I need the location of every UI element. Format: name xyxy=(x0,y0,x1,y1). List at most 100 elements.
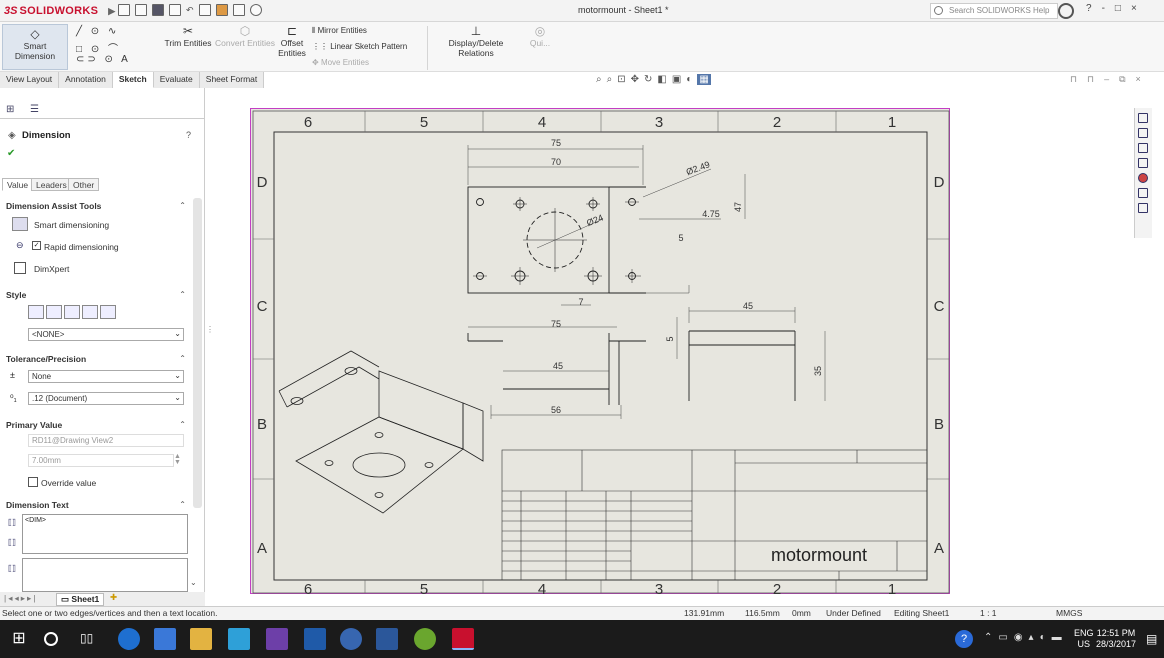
view-settings-icon[interactable]: ▦ xyxy=(697,74,711,85)
hide-show-icon[interactable]: ◐ xyxy=(686,74,692,85)
smart-dimensioning-option[interactable]: Smart dimensioning xyxy=(34,220,109,230)
add-style-icon[interactable] xyxy=(46,305,62,319)
cascade-icon[interactable]: ⊓ xyxy=(1087,74,1094,85)
edge-browser-icon[interactable] xyxy=(118,628,140,650)
front-view[interactable] xyxy=(467,186,646,294)
new-document-icon[interactable] xyxy=(118,4,130,16)
move-entities-button[interactable]: ✥ Move Entities xyxy=(312,58,369,67)
help-icon[interactable]: ? xyxy=(186,130,191,140)
search-input[interactable]: Search SOLIDWORKS Help xyxy=(930,3,1058,19)
language-indicator[interactable]: ENG US xyxy=(1074,628,1094,650)
dim-75-side[interactable]: 75 xyxy=(551,319,561,329)
zoom-to-fit-icon[interactable]: ⌕ xyxy=(596,74,602,85)
tab-other[interactable]: Other xyxy=(68,178,100,191)
solidworks-taskbar-icon[interactable] xyxy=(452,628,474,650)
doc-minimize-icon[interactable]: – xyxy=(1104,74,1109,85)
menu-arrow-icon[interactable]: ▶ xyxy=(108,6,115,17)
doc-restore-icon[interactable]: ⧉ xyxy=(1119,74,1125,85)
zoom-sheet-icon[interactable]: ⊡ xyxy=(617,74,625,85)
text-link-icon[interactable]: ⟦⟧ xyxy=(8,538,16,547)
doc-close-icon[interactable]: × xyxy=(1136,74,1141,85)
assist-tools-header[interactable]: Dimension Assist Tools xyxy=(6,201,101,211)
file-explorer-icon[interactable] xyxy=(1138,143,1148,153)
tolerance-header[interactable]: Tolerance/Precision xyxy=(6,354,86,364)
home-icon[interactable] xyxy=(1138,113,1148,123)
mirror-entities-button[interactable]: ⫴ Mirror Entities xyxy=(312,26,367,36)
slot-tool-icon[interactable]: ⊂⊃ ⊙ A xyxy=(76,54,131,65)
drawing-sheet[interactable]: 6 5 4 3 2 1 6 5 4 3 2 1 D C B A D C B A xyxy=(250,108,950,595)
collapse-icon[interactable]: ⌃ xyxy=(179,201,186,210)
tab-view-layout[interactable]: View Layout xyxy=(0,72,60,88)
dim-5[interactable]: 5 xyxy=(678,233,683,243)
quick-snaps-button[interactable]: ◎ Qui... xyxy=(528,24,552,48)
display-delete-relations-button[interactable]: ⊥ Display/Delete Relations xyxy=(430,24,522,58)
design-library-icon[interactable] xyxy=(1138,128,1148,138)
trim-entities-button[interactable]: ✂ Trim Entities xyxy=(160,24,216,48)
pane-scrollbar[interactable] xyxy=(193,198,202,508)
help-tray-icon[interactable]: ? xyxy=(955,630,973,648)
word-icon[interactable] xyxy=(376,628,398,650)
rectangle-tool-icon[interactable]: □ ⊙ ⌒ xyxy=(76,40,121,55)
rebuild-icon[interactable] xyxy=(215,4,228,16)
dim-5-right[interactable]: 5 xyxy=(665,336,675,341)
search-taskbar-icon[interactable] xyxy=(44,632,58,646)
dim-7[interactable]: 7 xyxy=(578,297,583,307)
linear-pattern-button[interactable]: ⋮⋮ Linear Sketch Pattern xyxy=(312,42,407,51)
section-view-icon[interactable]: ◧ xyxy=(657,74,666,85)
tab-leaders[interactable]: Leaders xyxy=(31,178,72,191)
file-properties-icon[interactable] xyxy=(232,4,245,16)
collapse-icon[interactable]: ⌃ xyxy=(179,290,186,299)
dim-45-side[interactable]: 45 xyxy=(553,361,563,371)
zoom-area-icon[interactable]: ⌕ xyxy=(607,74,613,85)
dimension-text-box[interactable]: <DIM> xyxy=(22,514,188,554)
display-style-icon[interactable]: ▣ xyxy=(672,74,681,85)
apply-style-icon[interactable] xyxy=(28,305,44,319)
custom-properties-icon[interactable] xyxy=(1138,188,1148,198)
sheet-nav-arrows-icon[interactable]: |◂◂▸▸| xyxy=(4,593,37,604)
notifications-icon[interactable]: ▤ xyxy=(1146,632,1157,646)
rapid-dim-checkbox[interactable]: ✓ xyxy=(32,241,41,250)
collapse-icon[interactable]: ⌃ xyxy=(179,500,186,509)
primary-value-field[interactable]: 7.00mm xyxy=(28,454,174,467)
open-icon[interactable] xyxy=(135,4,147,16)
right-view[interactable] xyxy=(688,330,796,401)
isometric-view[interactable] xyxy=(278,350,484,514)
smart-dimension-button[interactable]: ◇ Smart Dimension xyxy=(2,24,68,70)
sheet-tab[interactable]: ▭ Sheet1 xyxy=(56,593,105,606)
view-palette-icon[interactable] xyxy=(1138,158,1148,168)
app-icon-3[interactable] xyxy=(340,628,362,650)
value-spinner[interactable]: ▲ ▼ xyxy=(174,453,181,466)
tab-annotation[interactable]: Annotation xyxy=(59,72,113,88)
dim-47[interactable]: 47 xyxy=(733,202,743,212)
sheet-scale[interactable]: 1 : 1 xyxy=(980,608,997,618)
minimize-button[interactable]: - xyxy=(1102,3,1105,14)
close-button[interactable]: × xyxy=(1131,3,1137,14)
system-tray-icons[interactable]: ⌃▭◉▴◐▬ xyxy=(984,632,1068,643)
help-button[interactable]: ? xyxy=(1086,3,1092,14)
save-style-icon[interactable] xyxy=(82,305,98,319)
tab-sheet-format[interactable]: Sheet Format xyxy=(199,72,265,88)
file-explorer-taskbar-icon[interactable] xyxy=(190,628,212,650)
windows-start-icon[interactable]: ⊞ xyxy=(8,628,30,650)
override-value-checkbox[interactable] xyxy=(28,477,38,487)
style-header[interactable]: Style xyxy=(6,290,26,300)
line-tool-icon[interactable]: ╱ ⊙ ∿ xyxy=(76,26,119,37)
options-icon[interactable] xyxy=(249,4,262,16)
appearances-icon[interactable] xyxy=(1138,173,1148,183)
dim-56[interactable]: 56 xyxy=(551,405,561,415)
dim-dia-24[interactable]: Ø24 xyxy=(585,212,605,228)
primary-name-field[interactable]: RD11@Drawing View2 xyxy=(28,434,184,447)
dim-35[interactable]: 35 xyxy=(813,366,823,376)
offset-entities-button[interactable]: ⊏ Offset Entities xyxy=(276,24,308,58)
app-icon-2[interactable] xyxy=(304,628,326,650)
style-select[interactable]: <NONE> ⌄ xyxy=(28,328,184,341)
tab-evaluate[interactable]: Evaluate xyxy=(153,72,200,88)
app-icon[interactable] xyxy=(228,628,250,650)
tab-value[interactable]: Value xyxy=(2,178,34,191)
delete-style-icon[interactable] xyxy=(64,305,80,319)
property-manager-icon[interactable]: ☰ xyxy=(30,104,39,115)
print-icon[interactable] xyxy=(169,4,181,16)
search-button-icon[interactable] xyxy=(1058,3,1074,19)
pan-icon[interactable]: ✥ xyxy=(631,74,639,85)
tile-icon[interactable]: ⊓ xyxy=(1070,74,1077,85)
